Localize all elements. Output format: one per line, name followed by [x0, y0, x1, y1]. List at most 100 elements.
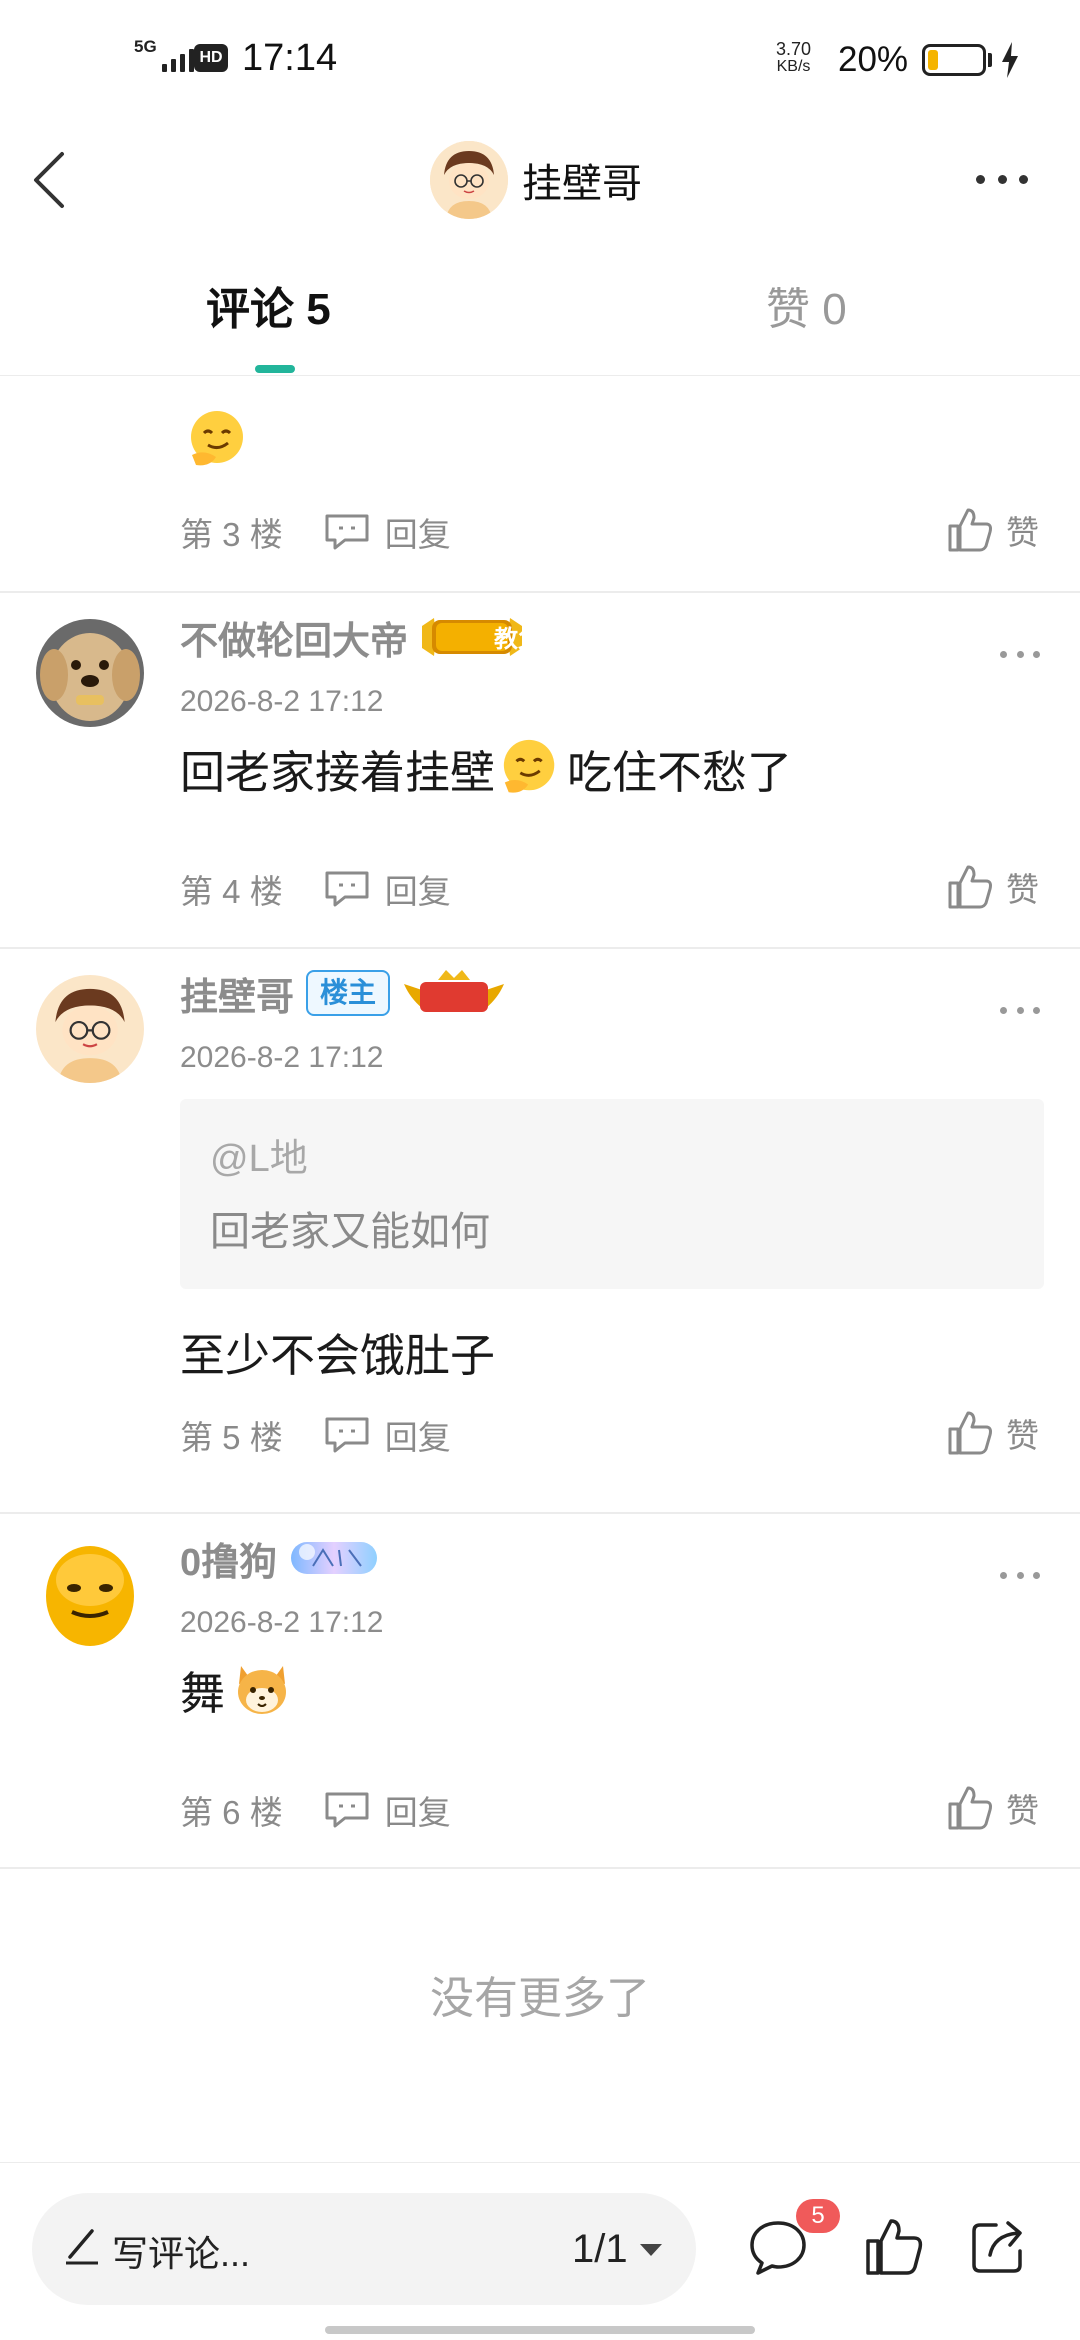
like-button[interactable]: 赞: [946, 859, 1039, 915]
back-icon[interactable]: [24, 140, 84, 220]
network-speed-value: 3.70: [776, 39, 812, 59]
reply-icon: [325, 1792, 369, 1828]
reply-icon: [325, 1417, 369, 1453]
like-button[interactable]: 赞: [946, 1780, 1039, 1836]
op-badge: 楼主: [306, 970, 391, 1016]
charging-icon: [1002, 42, 1018, 78]
smirk-emoji-icon: [191, 411, 243, 466]
divider: [0, 591, 1080, 593]
cartoon-boy-avatar-icon: [36, 975, 144, 1083]
dropdown-triangle-icon: [639, 2243, 662, 2256]
quoted-reply[interactable]: @L地 回老家又能如何: [180, 1099, 1044, 1289]
tab-comments[interactable]: 评论 5: [206, 280, 331, 340]
tab-active-indicator: [255, 365, 295, 373]
signal-icon: [162, 44, 194, 72]
header: 挂壁哥: [0, 120, 1080, 240]
thumbs-up-icon: [948, 1411, 992, 1455]
home-indicator[interactable]: [325, 2326, 755, 2334]
hd-icon: HD: [194, 44, 228, 72]
header-avatar[interactable]: [430, 141, 508, 219]
quoted-text: 回老家又能如何: [210, 1210, 490, 1254]
page-indicator: 1/1: [572, 2227, 628, 2271]
reply-button[interactable]: 回复: [323, 1786, 451, 1834]
write-comment-input[interactable]: 写评论... 1/1: [32, 2193, 696, 2305]
avatar[interactable]: [36, 975, 144, 1083]
bottom-bar: 写评论... 1/1 5: [0, 2162, 1080, 2340]
tab-likes-label: 赞: [766, 285, 810, 334]
reply-icon: [325, 871, 369, 907]
comment-more-icon[interactable]: [1000, 1560, 1040, 1590]
battery-tip: [988, 53, 992, 67]
smirk-emoji-icon: [503, 739, 555, 793]
comment-list[interactable]: ▁▁ ▁▁▁ ▁▁ ▁▁ ▁▁▁▁ ▁▁▁▁▁ ▁▁ 第 3 楼 回复 赞: [0, 377, 1080, 2162]
comment-text: 至少不会饿肚子: [180, 1330, 496, 1381]
divider: [0, 1512, 1080, 1514]
floor-label: 第 3 楼: [180, 516, 283, 553]
tab-comments-count: 5: [306, 285, 331, 334]
tab-comments-label: 评论: [206, 285, 294, 334]
username[interactable]: 不做轮回大帝: [180, 610, 408, 665]
comment-time: 2026-8-2 17:12: [180, 1041, 384, 1074]
avatar[interactable]: [36, 619, 144, 727]
like-button[interactable]: 赞: [946, 502, 1039, 558]
comment-more-icon[interactable]: [1000, 995, 1040, 1025]
end-of-list-text: 没有更多了: [430, 1974, 650, 2023]
cartoon-boy-avatar-icon: [430, 141, 508, 219]
like-label: 赞: [1006, 1417, 1039, 1454]
page-title: 挂壁哥: [522, 162, 642, 206]
comment-meta: 第 4 楼 回复: [180, 861, 451, 917]
avatar[interactable]: [36, 1540, 144, 1648]
floor-label: 第 5 楼: [180, 1419, 283, 1456]
comment-meta-floor-3: 第 3 楼 回复: [180, 504, 451, 560]
network-type: 5G: [134, 37, 157, 56]
shiba-emoji-icon: [238, 1666, 287, 1714]
rank-badge-text: 卡帝: [510, 986, 558, 1013]
share-icon[interactable]: [966, 2215, 1030, 2279]
more-options-icon[interactable]: [972, 154, 1032, 204]
thumbs-up-icon[interactable]: [862, 2215, 926, 2279]
comment-time: 2026-8-2 17:12: [180, 685, 384, 718]
clock: 17:14: [242, 37, 338, 79]
reply-label: 回复: [384, 516, 451, 553]
floor-label: 第 6 楼: [180, 1794, 283, 1831]
reply-label: 回复: [384, 1419, 451, 1456]
network-speed: 3.70 KB/s: [776, 40, 811, 76]
tab-likes[interactable]: 赞 0: [766, 280, 847, 340]
reply-button[interactable]: 回复: [323, 508, 451, 556]
like-label: 赞: [1006, 1792, 1039, 1829]
write-comment-placeholder: 写评论...: [112, 2233, 251, 2274]
reply-button[interactable]: 回复: [323, 1411, 451, 1459]
battery-icon: [922, 44, 986, 76]
tab-likes-count: 0: [822, 285, 847, 334]
header-user[interactable]: 挂壁哥: [430, 132, 642, 228]
comment-text: 舞: [180, 1654, 293, 1724]
comment-header: 0撸狗: [180, 1530, 379, 1586]
clipped-comment-text: ▁▁ ▁▁▁ ▁▁ ▁▁ ▁▁▁▁ ▁▁▁▁▁ ▁▁: [182, 377, 1042, 391]
reply-label: 回复: [384, 1794, 451, 1831]
quoted-username: @L地: [210, 1138, 308, 1180]
comment-text-part: 吃住不愁了: [567, 746, 793, 798]
comment-more-icon[interactable]: [1000, 639, 1040, 669]
reply-button[interactable]: 回复: [323, 865, 451, 913]
rank-badge-icon: [291, 1542, 378, 1574]
page-selector[interactable]: 1/1: [572, 2227, 664, 2272]
like-label: 赞: [1006, 871, 1039, 908]
tab-bar: 评论 5 赞 0: [0, 250, 1080, 376]
puppy-avatar-icon: [36, 619, 144, 727]
comment-text-part: 回老家接着挂壁: [180, 746, 496, 798]
like-label: 赞: [1006, 514, 1039, 551]
status-bar: 5G HD 17:14 3.70 KB/s 20%: [0, 0, 1080, 120]
reply-label: 回复: [384, 873, 451, 910]
comment-text-part: 舞: [180, 1667, 226, 1719]
like-button[interactable]: 赞: [946, 1405, 1039, 1461]
comment-meta: 第 5 楼 回复: [180, 1407, 451, 1463]
battery-percent: 20%: [838, 40, 909, 79]
divider: [0, 1867, 1080, 1869]
comment-meta: 第 6 楼 回复: [180, 1782, 451, 1838]
comment-header: 不做轮回大帝 教父: [180, 609, 542, 665]
thumbs-up-icon: [948, 865, 992, 909]
floor-label: 第 4 楼: [180, 873, 283, 910]
yellow-face-avatar-icon: [36, 1540, 144, 1648]
username[interactable]: 挂壁哥: [180, 966, 294, 1021]
username[interactable]: 0撸狗: [180, 1531, 277, 1586]
